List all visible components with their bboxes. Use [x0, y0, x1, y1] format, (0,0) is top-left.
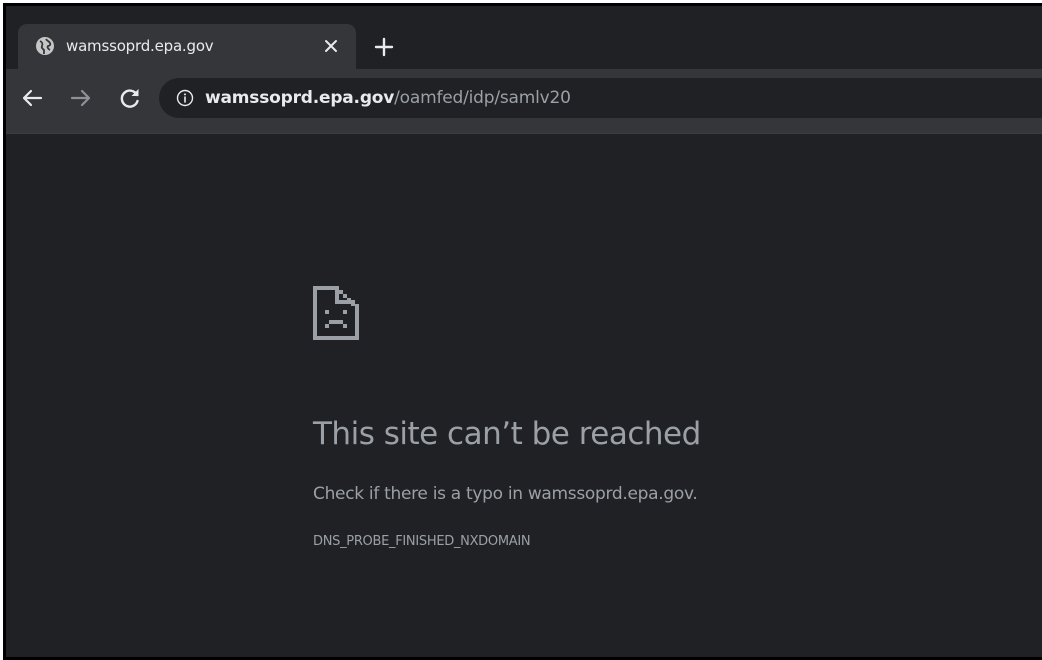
info-icon[interactable]: [176, 89, 194, 107]
address-bar[interactable]: wamssoprd.epa.gov/oamfed/idp/samlv20: [159, 78, 1042, 118]
url-host: wamssoprd.epa.gov: [205, 88, 395, 108]
globe-icon: [36, 37, 54, 55]
browser-tab[interactable]: wamssoprd.epa.gov: [18, 24, 356, 75]
sad-document-icon: [313, 286, 359, 340]
error-page: This site can’t be reached Check if ther…: [6, 134, 1042, 657]
arrow-left-icon[interactable]: [17, 83, 47, 113]
tab-strip: wamssoprd.epa.gov: [6, 6, 1042, 75]
error-code: DNS_PROBE_FINISHED_NXDOMAIN: [313, 534, 531, 549]
plus-icon[interactable]: [370, 33, 398, 61]
tab-title: wamssoprd.epa.gov: [66, 37, 214, 55]
arrow-right-icon[interactable]: [66, 83, 96, 113]
reload-icon[interactable]: [115, 83, 145, 113]
toolbar: wamssoprd.epa.gov/oamfed/idp/samlv20: [6, 69, 1042, 134]
url-path: /oamfed/idp/samlv20: [394, 88, 571, 108]
url-text[interactable]: wamssoprd.epa.gov/oamfed/idp/samlv20: [205, 88, 571, 108]
error-description: Check if there is a typo in wamssoprd.ep…: [313, 484, 698, 504]
browser-window: wamssoprd.epa.gov wamssoprd.epa.gov/oamf…: [3, 3, 1042, 660]
close-icon[interactable]: [318, 33, 344, 59]
error-heading: This site can’t be reached: [313, 416, 701, 452]
